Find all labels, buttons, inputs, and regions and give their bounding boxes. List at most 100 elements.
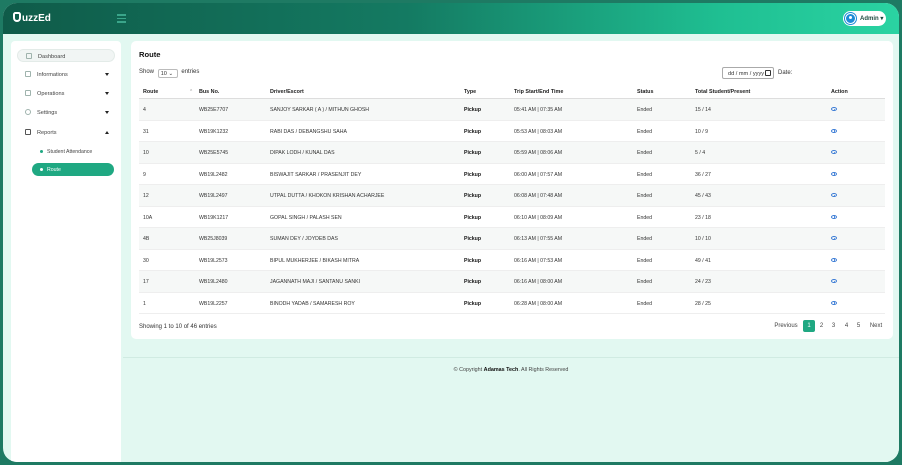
cell-student-count: 5 / 4 [695,150,706,156]
cell-trip-time: 06:28 AM | 08:00 AM [514,300,563,307]
show-label: Show [139,69,155,75]
sidebar-item-dashboard[interactable]: Dashboard [17,49,115,62]
column-header[interactable]: Status [637,89,653,95]
admin-menu-button[interactable]: Admin ▾ [843,11,886,26]
sidebar-item-informations[interactable]: Informations [17,68,115,81]
cell-trip-time: 06:08 AM | 07:48 AM [514,193,563,199]
table-row: 4 WB25E7707 SANJOY SARKAR ( A ) / MITHUN G… [139,99,885,121]
copyright-text: © Copyright Adamas Tech. All Rights Rese… [123,367,899,373]
cell-route: 1 [143,300,146,307]
pagination-page-3[interactable]: 3 [828,320,839,332]
cell-student-count: 10 / 10 [695,236,711,242]
column-header: Action [831,89,848,95]
sidebar-item-label: Informations [37,71,68,78]
gear-icon [25,109,31,115]
sidebar-item-operations[interactable]: Operations [17,87,115,100]
sidebar-subitem-label: Student Attendance [47,148,93,155]
entries-select-value: 10 [160,71,167,77]
footer: © Copyright Adamas Tech. All Rights Rese… [123,357,899,462]
cell-bus-no: WB25E5745 [199,150,229,156]
view-eye-icon[interactable] [831,107,837,111]
cell-route: 12 [143,193,149,199]
copyright-prefix: © Copyright [453,367,483,373]
cell-student-count: 10 / 9 [695,128,708,135]
pagination-page-1[interactable]: 1 [803,320,815,332]
bullet-icon [40,150,43,153]
cell-route: 31 [143,128,149,135]
entries-select[interactable]: 10 ⌄ [157,69,178,78]
route-card: Route Show 10 ⌄ entries dd / mm / yyyy D… [131,41,893,339]
menu-toggle-icon[interactable] [117,14,126,23]
logo-text: uzzEd [22,13,51,24]
page-title: Route [139,50,161,59]
cell-student-count: 28 / 25 [695,300,711,307]
cell-status: Ended [637,214,653,221]
date-input[interactable]: dd / mm / yyyy [722,67,774,79]
cell-route: 10A [143,214,153,221]
company-name[interactable]: Adamas Tech [484,367,519,373]
calendar-icon[interactable] [765,70,771,76]
view-eye-icon[interactable] [831,214,837,219]
top-bar: uzzEd Admin ▾ [3,3,899,34]
cell-type: Pickup [464,171,482,178]
view-eye-icon[interactable] [831,300,837,305]
column-header[interactable]: Driver/Escort [270,89,304,95]
table-row: 17 WB19L2480 JAGANNATH MAJI / SANTANU SANK… [139,271,885,293]
cell-type: Pickup [464,128,482,135]
sidebar-subitem-route[interactable]: Route [32,163,114,176]
sort-icon[interactable]: ⌃ [189,89,193,95]
cell-student-count: 23 / 18 [695,214,711,221]
column-header[interactable]: Route [143,89,158,95]
table-row: 12 WB19L2497 UTPAL DUTTA / KHOKON KRISHAN … [139,185,885,207]
cell-type: Pickup [464,257,482,264]
view-eye-icon[interactable] [831,171,837,176]
pagination-next[interactable]: Next [866,320,886,332]
sidebar-item-settings[interactable]: Settings [17,106,115,119]
view-eye-icon[interactable] [831,257,837,262]
cell-status: Ended [637,107,653,113]
cell-driver-escort: GOPAL SINGH / PALASH SEN [270,214,342,221]
view-eye-icon[interactable] [831,128,837,133]
app-window: uzzEd Admin ▾ Dashboard Informations Ope… [3,3,899,462]
view-eye-icon[interactable] [831,279,837,283]
sidebar-item-reports[interactable]: Reports [17,126,115,139]
table-row: 30 WB19L2573 BIPUL MUKHERJEE / BIKASH MITR… [139,250,885,271]
column-header[interactable]: Type [464,89,476,95]
cell-student-count: 49 / 41 [695,257,711,264]
cell-bus-no: WB19L2573 [199,257,228,264]
chevron-up-icon [105,130,109,134]
column-header[interactable]: Bus No. [199,89,219,95]
view-eye-icon[interactable] [831,193,837,197]
cell-bus-no: WB19L2480 [199,279,228,285]
cell-bus-no: WB19L2482 [199,171,228,178]
entries-length-control: Show 10 ⌄ entries [139,69,199,78]
dashboard-icon [26,53,32,59]
sidebar-subitem-student-attendance[interactable]: Student Attendance [32,145,114,158]
sidebar-item-label: Reports [37,129,57,136]
view-eye-icon[interactable] [831,150,837,154]
cell-type: Pickup [464,236,482,242]
table-row: 31 WB19K1232 RABI DAS / DEBANGSHU SAHA Pick… [139,121,885,142]
report-icon [25,129,31,135]
pagination-page-2[interactable]: 2 [816,320,827,332]
cell-student-count: 15 / 14 [695,107,711,113]
cell-bus-no: WB19K1217 [199,214,229,221]
cell-trip-time: 06:16 AM | 07:53 AM [514,257,563,264]
sidebar-item-label: Dashboard [38,53,66,60]
cell-status: Ended [637,128,653,135]
chevron-down-icon [105,91,109,95]
view-eye-icon[interactable] [831,236,837,240]
column-header[interactable]: Total Student/Present [695,89,750,95]
chevron-down-icon [105,110,109,114]
cell-driver-escort: UTPAL DUTTA / KHOKON KRISHAN ACHARJEE [270,193,385,199]
column-header[interactable]: Trip Start/End Time [514,89,563,95]
cell-driver-escort: RABI DAS / DEBANGSHU SAHA [270,128,347,135]
pagination-page-4[interactable]: 4 [841,320,852,332]
logo-icon [13,12,21,22]
pagination-previous[interactable]: Previous [771,320,801,332]
pagination-page-5[interactable]: 5 [853,320,864,332]
cell-route: 30 [143,257,149,264]
sidebar-item-label: Operations [37,90,65,97]
entries-label: entries [181,69,200,75]
app-logo[interactable]: uzzEd [13,12,51,24]
